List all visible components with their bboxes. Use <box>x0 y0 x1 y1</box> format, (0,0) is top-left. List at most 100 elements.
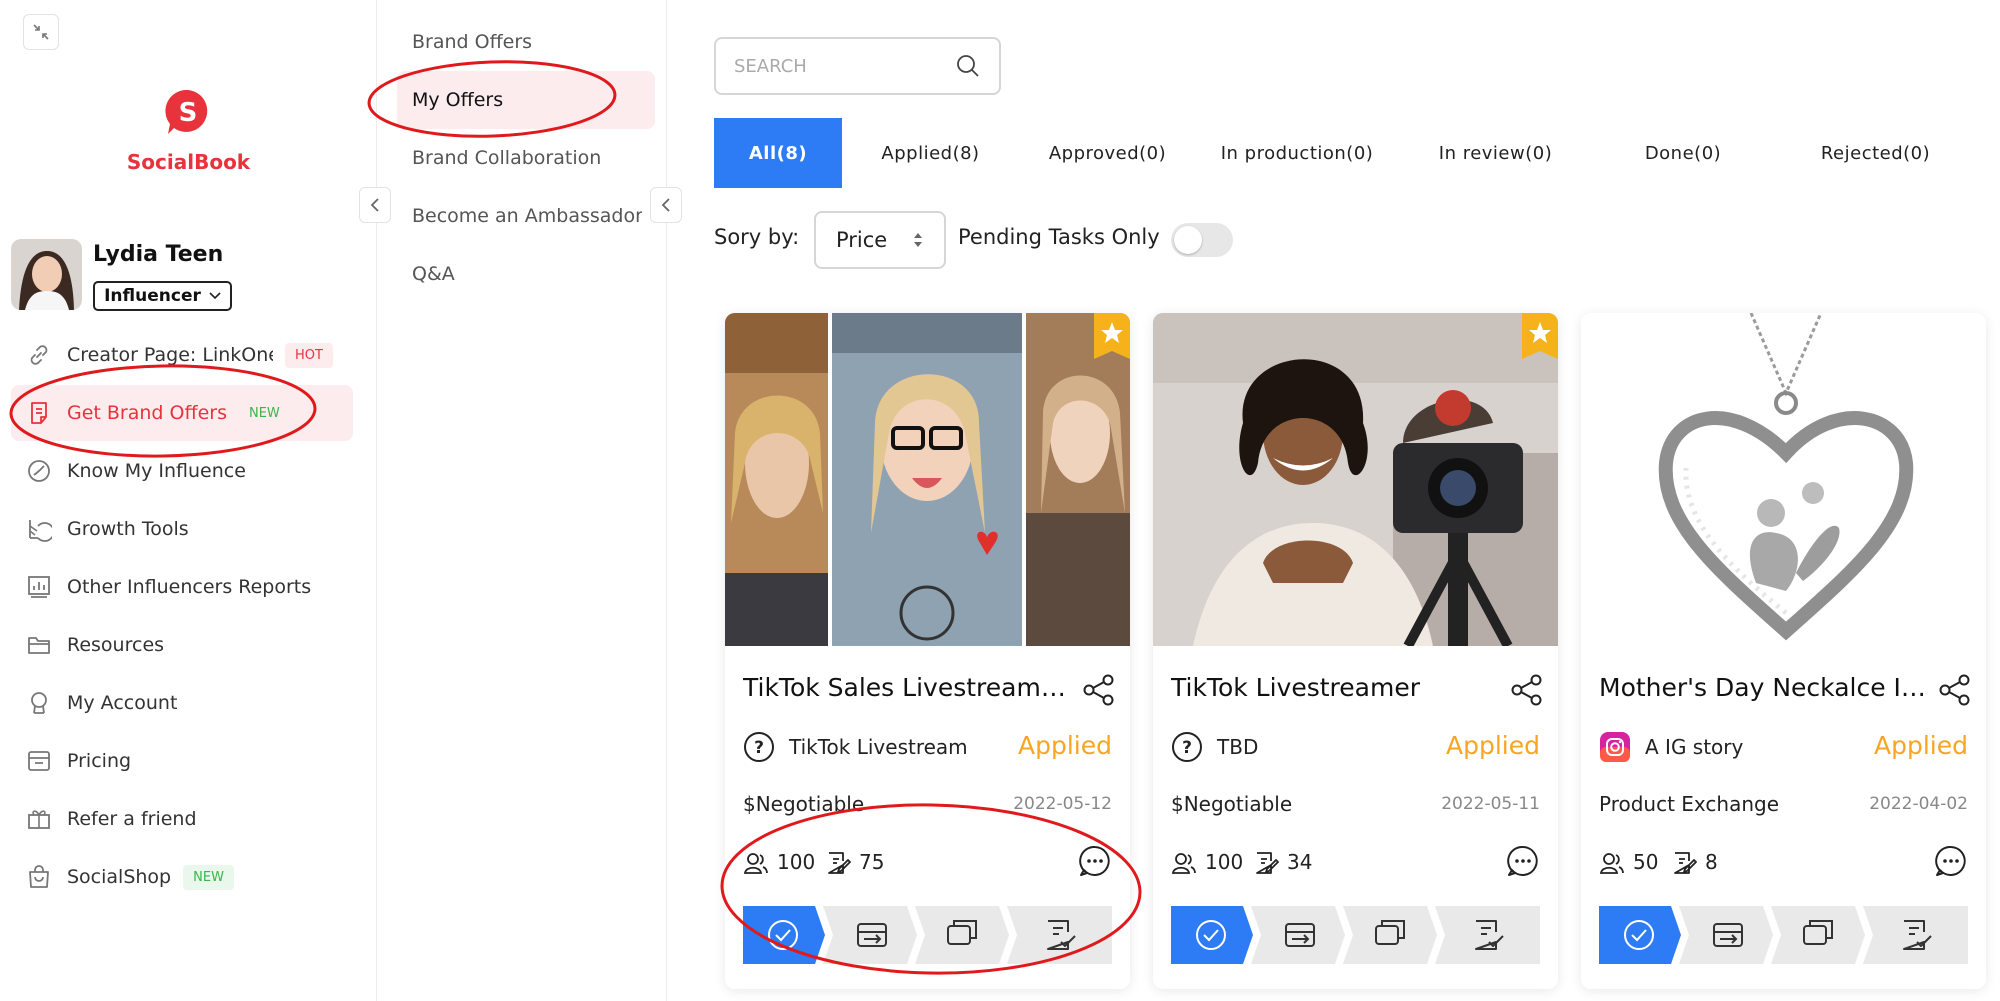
progress-steps <box>743 906 1112 964</box>
report-icon <box>25 573 53 601</box>
sidebar-item-know-my-influence[interactable]: Know My Influence <box>11 443 353 499</box>
offer-date: 2022-05-12 <box>1013 794 1112 814</box>
gift-icon <box>25 805 53 833</box>
search-icon[interactable] <box>955 53 981 79</box>
sort-arrows-icon <box>914 233 922 247</box>
sidebar-item-label: Resources <box>67 634 165 656</box>
offer-card[interactable]: TikTok Sales Livestreamer … ? TikTok Liv… <box>725 313 1130 989</box>
tab-all[interactable]: All(8) <box>714 118 842 188</box>
tab-applied[interactable]: Applied(8) <box>842 118 1019 188</box>
sidebar-item-my-account[interactable]: My Account <box>11 675 353 731</box>
offer-image <box>1153 313 1558 646</box>
shop-bag-icon <box>25 863 53 891</box>
featured-star-icon <box>1094 313 1130 359</box>
status-badge: Applied <box>1018 731 1112 760</box>
sidebar-item-label: Other Influencers Reports <box>67 576 312 598</box>
sidebar-item-get-brand-offers[interactable]: Get Brand Offers NEW <box>11 385 353 441</box>
folder-icon <box>25 631 53 659</box>
chat-icon[interactable] <box>1078 844 1112 878</box>
sidebar: S SocialBook Lydia Teen Influencer Creat… <box>0 0 377 1001</box>
tag-icon <box>25 747 53 775</box>
new-badge: NEW <box>183 864 234 890</box>
sidebar-item-label: Growth Tools <box>67 518 189 540</box>
hot-badge: HOT <box>285 342 333 368</box>
tab-in-review[interactable]: In review(0) <box>1398 118 1593 188</box>
offer-title[interactable]: TikTok Livestreamer <box>1171 673 1501 702</box>
offer-card[interactable]: Mother's Day Neckalce Infl… A IG story A… <box>1581 313 1986 989</box>
gauge-icon <box>25 457 53 485</box>
chat-icon[interactable] <box>1506 844 1540 878</box>
search-input[interactable] <box>734 55 954 77</box>
offer-date: 2022-04-02 <box>1869 794 1968 814</box>
sidebar-item-label: Refer a friend <box>67 808 197 830</box>
search-box[interactable] <box>714 37 1001 95</box>
subnav-item-qa[interactable]: Q&A <box>397 245 655 303</box>
posts-count: 75 <box>859 850 885 874</box>
toggle-knob <box>1174 226 1202 254</box>
subnav-item-my-offers[interactable]: My Offers <box>397 71 655 129</box>
main-content: All(8) Applied(8) Approved(0) In product… <box>667 0 2000 1001</box>
sidebar-item-pricing[interactable]: Pricing <box>11 733 353 789</box>
sidebar-item-label: My Account <box>67 692 178 714</box>
share-icon[interactable] <box>1082 673 1116 707</box>
pending-tasks-toggle[interactable] <box>1171 223 1233 257</box>
offers-subnav: Brand Offers My Offers Brand Collaborati… <box>377 0 667 1001</box>
tab-approved[interactable]: Approved(0) <box>1019 118 1196 188</box>
tab-in-production[interactable]: In production(0) <box>1196 118 1398 188</box>
platform-label: A IG story <box>1645 735 1744 759</box>
role-label: Influencer <box>104 286 201 306</box>
subnav-item-brand-collaboration[interactable]: Brand Collaboration <box>397 129 655 187</box>
sidebar-item-resources[interactable]: Resources <box>11 617 353 673</box>
sidebar-item-socialshop[interactable]: SocialShop NEW <box>11 849 353 905</box>
posts-count: 34 <box>1287 850 1313 874</box>
platform-label: TikTok Livestream <box>789 735 968 759</box>
subnav-item-brand-offers[interactable]: Brand Offers <box>397 13 655 71</box>
featured-star-icon <box>1522 313 1558 359</box>
chat-icon[interactable] <box>1934 844 1968 878</box>
followers-icon <box>743 853 768 874</box>
collapse-icon[interactable] <box>23 14 59 50</box>
offer-image <box>1581 313 1986 646</box>
status-tabs: All(8) Applied(8) Approved(0) In product… <box>714 118 1984 188</box>
chart-pie-icon <box>25 515 53 543</box>
document-icon <box>25 399 53 427</box>
offer-card[interactable]: TikTok Livestreamer ? TBD Applied $Negot… <box>1153 313 1558 989</box>
subnav-item-become-an-ambassador[interactable]: Become an Ambassador <box>397 187 642 245</box>
sort-dropdown[interactable]: Price <box>814 211 946 269</box>
offer-title[interactable]: TikTok Sales Livestreamer … <box>743 673 1073 702</box>
role-dropdown[interactable]: Influencer <box>93 281 232 311</box>
sidebar-item-other-influencers-reports[interactable]: Other Influencers Reports <box>11 559 353 615</box>
sort-value: Price <box>836 228 888 252</box>
sort-label: Sory by: <box>714 225 800 249</box>
posts-icon <box>1256 852 1279 874</box>
sidebar-item-creator-page[interactable]: Creator Page: LinkOne HOT <box>11 327 353 383</box>
brand-name: SocialBook <box>126 150 251 174</box>
pending-tasks-label: Pending Tasks Only <box>958 225 1160 249</box>
share-icon[interactable] <box>1938 673 1972 707</box>
user-icon <box>25 689 53 717</box>
progress-steps <box>1599 906 1968 964</box>
sidebar-item-label: Pricing <box>67 750 132 772</box>
avatar[interactable] <box>11 239 82 310</box>
sidebar-item-label: SocialShop <box>67 866 172 888</box>
followers-count: 100 <box>777 850 816 874</box>
svg-text:S: S <box>179 98 198 128</box>
sidebar-item-growth-tools[interactable]: Growth Tools <box>11 501 353 557</box>
tab-rejected[interactable]: Rejected(0) <box>1773 118 1978 188</box>
offer-price: Product Exchange <box>1599 792 1780 816</box>
chevron-down-icon <box>209 292 221 300</box>
share-icon[interactable] <box>1510 673 1544 707</box>
collapse-sidebar-chevron-left-icon[interactable] <box>359 187 391 223</box>
offer-title[interactable]: Mother's Day Neckalce Infl… <box>1599 673 1929 702</box>
tab-done[interactable]: Done(0) <box>1593 118 1773 188</box>
question-icon: ? <box>1172 732 1202 762</box>
sidebar-item-refer-a-friend[interactable]: Refer a friend <box>11 791 353 847</box>
sidebar-item-label: Get Brand Offers <box>67 402 227 424</box>
status-badge: Applied <box>1446 731 1540 760</box>
platform-label: TBD <box>1217 735 1259 759</box>
offer-price: $Negotiable <box>1171 792 1293 816</box>
offer-image <box>725 313 1130 646</box>
offer-date: 2022-05-11 <box>1441 794 1540 814</box>
posts-count: 8 <box>1705 850 1718 874</box>
svg-text:?: ? <box>754 738 764 758</box>
